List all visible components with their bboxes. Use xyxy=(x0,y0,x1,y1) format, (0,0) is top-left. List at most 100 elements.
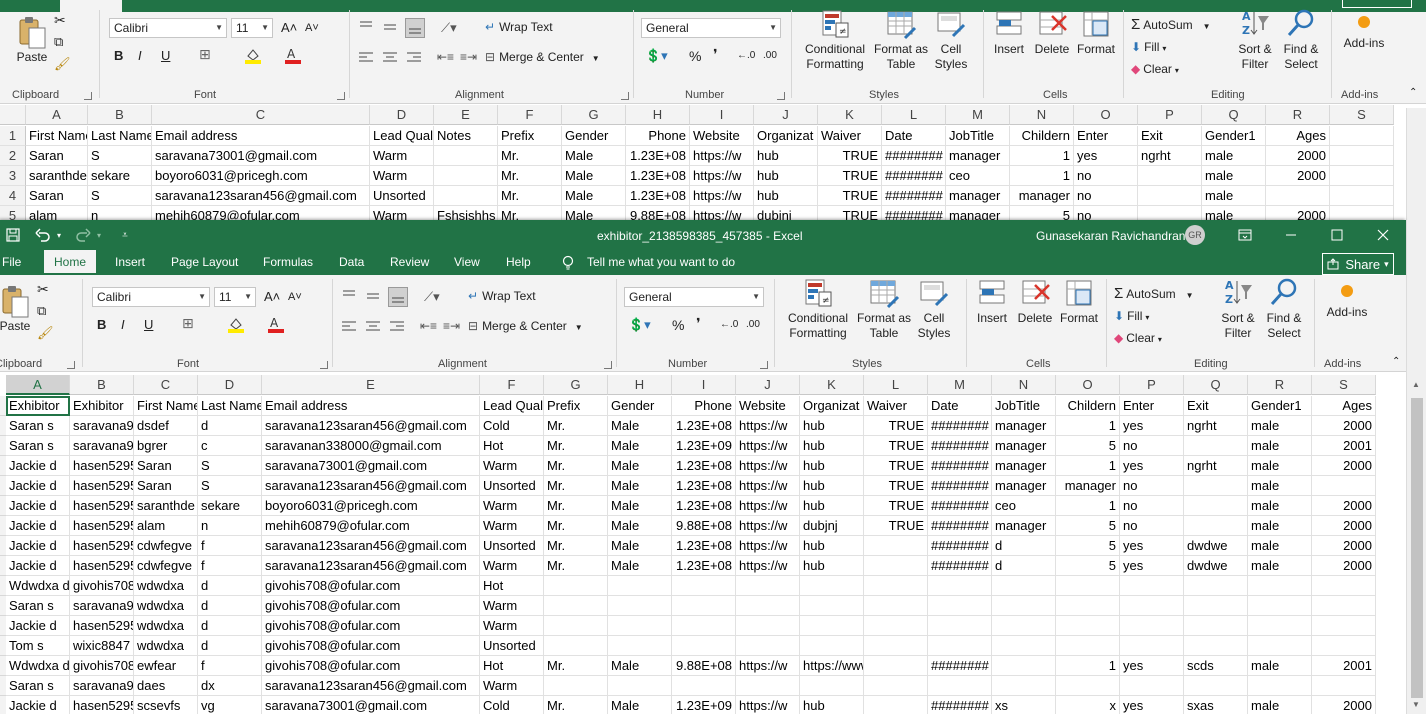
cell[interactable]: Phone xyxy=(672,396,736,416)
bg-cell[interactable]: saranthde xyxy=(26,166,88,186)
bg-cell[interactable]: male xyxy=(1202,146,1266,166)
cell[interactable]: Male xyxy=(608,476,672,496)
cell[interactable] xyxy=(736,596,800,616)
cell[interactable] xyxy=(608,616,672,636)
autosum-button[interactable]: Σ AutoSum ▼ xyxy=(1114,285,1194,302)
bg-cell[interactable]: Waiver xyxy=(818,126,882,146)
bg-cell[interactable]: Male xyxy=(562,146,626,166)
cell[interactable]: male xyxy=(1248,436,1312,456)
bg-cell[interactable] xyxy=(434,146,498,166)
cell[interactable] xyxy=(992,656,1056,676)
cell[interactable]: 2001 xyxy=(1312,436,1376,456)
bg-cell[interactable]: ######## xyxy=(882,166,946,186)
add-ins-button[interactable]: Add-ins xyxy=(1322,285,1372,320)
cell[interactable]: saravana9 xyxy=(70,676,134,696)
cell[interactable] xyxy=(544,676,608,696)
cell[interactable]: yes xyxy=(1120,416,1184,436)
decrease-indent-icon[interactable]: ⇤≡ xyxy=(420,319,437,333)
bg-cell[interactable] xyxy=(1330,126,1394,146)
share-button[interactable]: Share ▾ xyxy=(1322,253,1394,275)
undo-icon[interactable] xyxy=(32,224,54,246)
copy-icon[interactable]: ⧉ xyxy=(37,303,46,319)
cell[interactable] xyxy=(672,616,736,636)
cell[interactable]: wixic8847 xyxy=(70,636,134,656)
cell[interactable] xyxy=(1120,636,1184,656)
bg-column-header-b[interactable]: B xyxy=(88,105,152,125)
merge-center-button[interactable]: ⊟ Merge & Center ▼ xyxy=(468,319,583,333)
cell[interactable]: Jackie d xyxy=(6,456,70,476)
bg-align-left-icon[interactable] xyxy=(357,50,375,69)
bg-cell[interactable]: Notes xyxy=(434,126,498,146)
worksheet-grid[interactable]: A B C D E F G H I J K L M N O P Q R S Exhibitor Exhibitor Fir… xyxy=(0,375,1406,714)
bg-cell[interactable]: 9.88E+08 xyxy=(626,206,690,220)
cell[interactable] xyxy=(1248,636,1312,656)
cell[interactable]: no xyxy=(1120,496,1184,516)
bg-alignment-launcher-icon[interactable] xyxy=(621,92,629,100)
cell[interactable]: sxas xyxy=(1184,696,1248,714)
cell[interactable]: hub xyxy=(800,436,864,456)
cell[interactable]: cdwfegve xyxy=(134,536,198,556)
cell[interactable]: hasen5295 xyxy=(70,696,134,714)
bg-cell[interactable]: 2000 xyxy=(1266,146,1330,166)
vertical-scrollbar[interactable]: ▲ ▼ xyxy=(1406,220,1426,714)
bg-cell[interactable]: male xyxy=(1202,206,1266,220)
bg-column-header-n[interactable]: N xyxy=(1010,105,1074,125)
bg-percent-icon[interactable]: % xyxy=(689,48,701,64)
tab-page-layout[interactable]: Page Layout xyxy=(171,250,238,275)
delete-button[interactable]: Delete xyxy=(1014,277,1056,326)
bold-icon[interactable]: B xyxy=(97,317,106,332)
bg-cell[interactable]: Unsorted xyxy=(370,186,434,206)
bg-decrease-font-icon[interactable]: A˅ xyxy=(305,22,319,34)
bg-cell[interactable] xyxy=(1330,166,1394,186)
cell[interactable] xyxy=(1312,476,1376,496)
cell[interactable]: 2001 xyxy=(1312,656,1376,676)
bg-cell[interactable]: First Name xyxy=(26,126,88,146)
cell[interactable] xyxy=(736,636,800,656)
cell[interactable]: Exhibitor xyxy=(6,396,70,416)
cell[interactable] xyxy=(1120,576,1184,596)
bg-decrease-decimal-icon[interactable]: .00 xyxy=(763,50,777,61)
user-avatar[interactable]: GR xyxy=(1185,225,1205,245)
cell[interactable]: saravana123saran456@gmail.com xyxy=(262,676,480,696)
cell[interactable]: Ages xyxy=(1312,396,1376,416)
bg-column-header-f[interactable]: F xyxy=(498,105,562,125)
cell[interactable]: Saran xyxy=(134,456,198,476)
cell[interactable]: Exhibitor xyxy=(70,396,134,416)
sort-filter-button[interactable]: A Z Sort & Filter xyxy=(1216,277,1260,341)
cell[interactable]: ngrht xyxy=(1184,416,1248,436)
bg-comma-icon[interactable]: ❜ xyxy=(713,46,718,63)
bg-cell[interactable]: https://w xyxy=(690,186,754,206)
tab-insert[interactable]: Insert xyxy=(115,250,145,275)
orientation-icon[interactable]: ⟋▾ xyxy=(424,289,440,305)
tell-me-search[interactable]: Tell me what you want to do xyxy=(587,250,735,275)
cell[interactable]: https://w xyxy=(736,556,800,576)
cut-icon[interactable]: ✂ xyxy=(37,281,49,298)
bg-cell[interactable]: Date xyxy=(882,126,946,146)
cell[interactable]: Wdwdxa d xyxy=(6,656,70,676)
bg-cell[interactable]: male xyxy=(1202,166,1266,186)
bg-cell[interactable]: Warm xyxy=(370,166,434,186)
cell[interactable]: givohis708@ofular.com xyxy=(262,576,480,596)
bg-cell[interactable]: Mr. xyxy=(498,146,562,166)
bg-column-header-s[interactable]: S xyxy=(1330,105,1394,125)
cell[interactable] xyxy=(928,596,992,616)
cell[interactable] xyxy=(1184,596,1248,616)
bg-cell[interactable]: TRUE xyxy=(818,206,882,220)
bg-align-center-icon[interactable] xyxy=(381,50,399,69)
bg-cell[interactable]: TRUE xyxy=(818,186,882,206)
cell[interactable] xyxy=(1120,676,1184,696)
bg-cell[interactable]: Lead Qual xyxy=(370,126,434,146)
bg-cell[interactable] xyxy=(434,166,498,186)
cell[interactable]: cdwfegve xyxy=(134,556,198,576)
cell[interactable]: manager xyxy=(992,436,1056,456)
cell[interactable]: saravana9 xyxy=(70,416,134,436)
cell[interactable]: scds xyxy=(1184,656,1248,676)
bg-cell[interactable]: manager xyxy=(946,146,1010,166)
cell[interactable]: ######## xyxy=(928,536,992,556)
bg-row-header[interactable]: 4 xyxy=(0,186,26,206)
cell[interactable] xyxy=(1312,596,1376,616)
cell[interactable] xyxy=(864,596,928,616)
align-bottom-icon[interactable] xyxy=(388,287,408,307)
cell[interactable] xyxy=(800,576,864,596)
cell[interactable]: hasen5295 xyxy=(70,456,134,476)
